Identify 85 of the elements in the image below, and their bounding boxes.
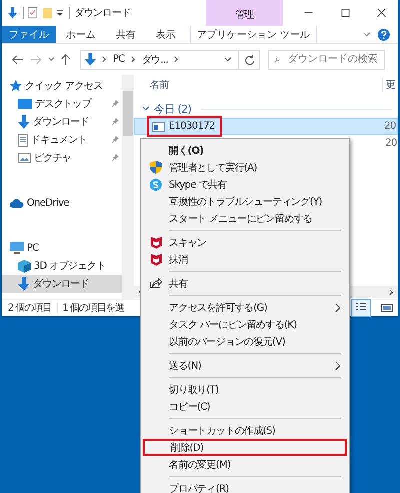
nav-item[interactable]: ドキュメント — [2, 131, 122, 149]
details-view-icon[interactable] — [351, 299, 371, 317]
chevron-down-icon[interactable] — [363, 32, 371, 38]
back-arrow-icon[interactable] — [12, 54, 24, 64]
address-segment[interactable]: ダウ... — [142, 52, 168, 66]
column-header[interactable]: 更 — [382, 78, 398, 92]
skype-icon — [150, 178, 162, 190]
shield-icon — [150, 254, 162, 266]
scrollbar[interactable] — [122, 75, 134, 299]
pin-icon[interactable] — [111, 136, 119, 144]
download-arrow-icon — [18, 115, 30, 129]
chevron-down-icon[interactable] — [142, 106, 150, 112]
maximize-icon[interactable] — [340, 7, 350, 19]
status-text: 2 個の項目 — [8, 302, 52, 315]
up-arrow-icon[interactable] — [61, 54, 71, 66]
nav-item[interactable]: 3D オブジェクト — [2, 257, 122, 275]
cube-icon — [18, 260, 31, 272]
menu-item[interactable]: アクセスを許可する(G) — [143, 299, 347, 316]
column-header[interactable]: 名前 — [134, 78, 382, 92]
address-segment[interactable]: PC — [113, 54, 125, 65]
download-arrow-icon — [18, 277, 30, 291]
address-bar[interactable]: PC ダウ... — [80, 50, 260, 70]
document-icon — [18, 134, 28, 146]
monitor-icon — [10, 242, 24, 254]
chevron-down-icon[interactable] — [48, 57, 55, 62]
menu-item[interactable]: 切り取り(T) — [143, 381, 347, 398]
menu-item[interactable]: コピー(C) — [143, 398, 347, 415]
share-icon — [150, 278, 162, 289]
nav-item[interactable]: ダウンロード — [2, 113, 122, 131]
file-row[interactable]: E1030172 20 — [134, 118, 398, 135]
ribbon-tab[interactable]: ファイル — [2, 26, 56, 43]
nav-item[interactable]: デスクトップ — [2, 95, 122, 113]
help-icon[interactable] — [378, 28, 390, 40]
properties-icon[interactable] — [28, 6, 38, 20]
menu-item[interactable]: Skype で共有 — [143, 176, 347, 193]
window-title: ダウンロード — [74, 7, 131, 20]
chevron-right-icon[interactable] — [130, 56, 136, 63]
pin-icon[interactable] — [111, 118, 119, 126]
chevron-right-icon[interactable] — [102, 56, 107, 63]
download-arrow-icon — [85, 53, 96, 66]
menu-item[interactable]: 共有 — [143, 275, 347, 292]
menu-item[interactable]: 互換性のトラブルシューティング(Y) — [143, 193, 347, 210]
refresh-icon[interactable] — [245, 54, 255, 64]
shield-icon — [150, 236, 162, 248]
shield-icon — [150, 161, 162, 174]
menu-item[interactable]: 削除(D) — [143, 439, 347, 456]
menu-item[interactable]: 開く(O) — [143, 142, 347, 159]
dropdown-icon[interactable] — [57, 8, 64, 18]
nav-item[interactable]: クイック アクセス — [2, 77, 122, 95]
search-icon — [275, 54, 280, 64]
nav-item[interactable]: OneDrive — [2, 194, 122, 212]
scroll-right-icon[interactable] — [389, 288, 394, 296]
desktop-icon — [18, 99, 32, 109]
context-tab-header: 管理 — [206, 0, 284, 26]
menu-item[interactable]: 送る(N) — [143, 357, 347, 374]
status-text: 1 個の項目を選 — [62, 302, 124, 315]
chevron-right-icon — [335, 360, 341, 370]
image-icon — [18, 153, 31, 163]
chevron-right-icon — [335, 302, 341, 312]
search-field[interactable]: ダウンロードの検索 — [268, 50, 385, 70]
star-icon — [10, 80, 22, 92]
menu-item[interactable]: タスク バーにピン留めする(K) — [143, 316, 347, 333]
menu-item[interactable]: スタート メニューにピン留めする — [143, 210, 347, 227]
pin-icon[interactable] — [111, 100, 119, 108]
nav-item[interactable]: ダウンロード — [2, 275, 122, 293]
group-header[interactable]: 今日 (2) — [154, 102, 192, 116]
application-icon — [152, 122, 165, 132]
download-arrow-icon[interactable] — [8, 6, 18, 20]
pin-icon[interactable] — [111, 154, 119, 162]
nav-item[interactable]: ピクチャ — [2, 149, 122, 167]
ribbon-tab[interactable]: アプリケーション ツール — [190, 26, 318, 43]
menu-item[interactable]: 管理者として実行(A) — [143, 159, 347, 176]
menu-item[interactable]: プロパティ(R) — [143, 480, 347, 493]
menu-item[interactable]: スキャン — [143, 234, 347, 251]
file-name-cell: E1030172 — [147, 116, 222, 137]
menu-item[interactable]: 以前のバージョンの復元(V) — [143, 333, 347, 350]
nav-item[interactable]: PC — [2, 239, 122, 257]
chevron-down-icon[interactable] — [224, 57, 232, 62]
close-icon[interactable] — [377, 7, 387, 19]
date-cell: 20 — [384, 121, 397, 132]
chevron-right-icon[interactable] — [174, 56, 180, 63]
cloud-icon — [10, 198, 24, 208]
menu-item[interactable]: 名前の変更(M) — [143, 456, 347, 473]
menu-item[interactable]: ショートカットの作成(S) — [143, 422, 347, 439]
menu-item[interactable]: 抹消 — [143, 251, 347, 268]
